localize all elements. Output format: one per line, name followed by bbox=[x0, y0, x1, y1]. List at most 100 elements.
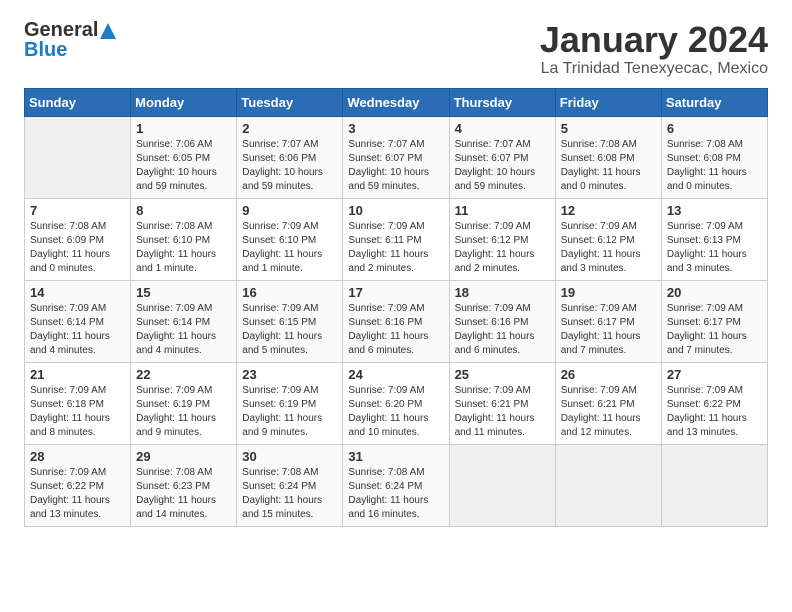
table-row: 15 Sunrise: 7:09 AMSunset: 6:14 PMDayligh… bbox=[131, 280, 237, 362]
day-number: 20 bbox=[667, 285, 762, 300]
day-info: Sunrise: 7:09 AMSunset: 6:11 PMDaylight:… bbox=[348, 220, 443, 276]
day-number: 13 bbox=[667, 203, 762, 218]
day-number: 12 bbox=[561, 203, 656, 218]
day-number: 31 bbox=[348, 449, 443, 464]
day-info: Sunrise: 7:09 AMSunset: 6:19 PMDaylight:… bbox=[136, 384, 231, 440]
day-info: Sunrise: 7:09 AMSunset: 6:21 PMDaylight:… bbox=[561, 384, 656, 440]
day-number: 5 bbox=[561, 121, 656, 136]
table-row: 3Sunrise: 7:07 AMSunset: 6:07 PMDaylight… bbox=[343, 116, 449, 198]
day-number: 19 bbox=[561, 285, 656, 300]
day-number: 27 bbox=[667, 367, 762, 382]
title-block: January 2024 La Trinidad Tenexyecac, Mex… bbox=[540, 20, 768, 78]
day-number: 26 bbox=[561, 367, 656, 382]
day-info: Sunrise: 7:09 AMSunset: 6:14 PMDaylight:… bbox=[136, 302, 231, 358]
day-info: Sunrise: 7:09 AMSunset: 6:16 PMDaylight:… bbox=[455, 302, 550, 358]
day-number: 30 bbox=[242, 449, 337, 464]
day-info: Sunrise: 7:09 AMSunset: 6:18 PMDaylight:… bbox=[30, 384, 125, 440]
day-info: Sunrise: 7:09 AMSunset: 6:21 PMDaylight:… bbox=[455, 384, 550, 440]
day-info: Sunrise: 7:09 AMSunset: 6:13 PMDaylight:… bbox=[667, 220, 762, 276]
day-number: 1 bbox=[136, 121, 231, 136]
col-saturday: Saturday bbox=[661, 88, 767, 116]
day-number: 11 bbox=[455, 203, 550, 218]
day-info: Sunrise: 7:09 AMSunset: 6:14 PMDaylight:… bbox=[30, 302, 125, 358]
logo-icon bbox=[99, 22, 117, 40]
table-row bbox=[449, 444, 555, 526]
table-row: 13 Sunrise: 7:09 AMSunset: 6:13 PMDayligh… bbox=[661, 198, 767, 280]
month-title: January 2024 bbox=[540, 20, 768, 60]
calendar-week-row: 1 Sunrise: 7:06 AMSunset: 6:05 PMDaylight… bbox=[25, 116, 768, 198]
day-number: 17 bbox=[348, 285, 443, 300]
col-sunday: Sunday bbox=[25, 88, 131, 116]
table-row: 27Sunrise: 7:09 AMSunset: 6:22 PMDayligh… bbox=[661, 362, 767, 444]
calendar-week-row: 14 Sunrise: 7:09 AMSunset: 6:14 PMDayligh… bbox=[25, 280, 768, 362]
table-row bbox=[661, 444, 767, 526]
logo: General Blue bbox=[24, 20, 118, 60]
header: General Blue January 2024 La Trinidad Te… bbox=[24, 20, 768, 78]
day-info: Sunrise: 7:09 AMSunset: 6:17 PMDaylight:… bbox=[561, 302, 656, 358]
day-info: Sunrise: 7:09 AMSunset: 6:10 PMDaylight:… bbox=[242, 220, 337, 276]
day-info: Sunrise: 7:09 AMSunset: 6:22 PMDaylight:… bbox=[30, 466, 125, 522]
table-row: 14 Sunrise: 7:09 AMSunset: 6:14 PMDayligh… bbox=[25, 280, 131, 362]
table-row: 1 Sunrise: 7:06 AMSunset: 6:05 PMDaylight… bbox=[131, 116, 237, 198]
table-row: 20Sunrise: 7:09 AMSunset: 6:17 PMDayligh… bbox=[661, 280, 767, 362]
col-friday: Friday bbox=[555, 88, 661, 116]
day-info: Sunrise: 7:08 AMSunset: 6:23 PMDaylight:… bbox=[136, 466, 231, 522]
table-row: 25 Sunrise: 7:09 AMSunset: 6:21 PMDayligh… bbox=[449, 362, 555, 444]
table-row: 6 Sunrise: 7:08 AMSunset: 6:08 PMDaylight… bbox=[661, 116, 767, 198]
day-info: Sunrise: 7:07 AMSunset: 6:07 PMDaylight:… bbox=[455, 138, 550, 194]
col-tuesday: Tuesday bbox=[237, 88, 343, 116]
day-number: 22 bbox=[136, 367, 231, 382]
day-number: 4 bbox=[455, 121, 550, 136]
day-number: 21 bbox=[30, 367, 125, 382]
col-monday: Monday bbox=[131, 88, 237, 116]
calendar-week-row: 28Sunrise: 7:09 AMSunset: 6:22 PMDayligh… bbox=[25, 444, 768, 526]
table-row: 24Sunrise: 7:09 AMSunset: 6:20 PMDayligh… bbox=[343, 362, 449, 444]
table-row: 5 Sunrise: 7:08 AMSunset: 6:08 PMDaylight… bbox=[555, 116, 661, 198]
day-info: Sunrise: 7:08 AMSunset: 6:09 PMDaylight:… bbox=[30, 220, 125, 276]
table-row: 4 Sunrise: 7:07 AMSunset: 6:07 PMDaylight… bbox=[449, 116, 555, 198]
day-info: Sunrise: 7:09 AMSunset: 6:15 PMDaylight:… bbox=[242, 302, 337, 358]
day-number: 3 bbox=[348, 121, 443, 136]
table-row: 17 Sunrise: 7:09 AMSunset: 6:16 PMDayligh… bbox=[343, 280, 449, 362]
table-row: 18 Sunrise: 7:09 AMSunset: 6:16 PMDayligh… bbox=[449, 280, 555, 362]
table-row: 28Sunrise: 7:09 AMSunset: 6:22 PMDayligh… bbox=[25, 444, 131, 526]
day-info: Sunrise: 7:08 AMSunset: 6:08 PMDaylight:… bbox=[561, 138, 656, 194]
day-info: Sunrise: 7:08 AMSunset: 6:24 PMDaylight:… bbox=[242, 466, 337, 522]
table-row: 22 Sunrise: 7:09 AMSunset: 6:19 PMDayligh… bbox=[131, 362, 237, 444]
day-number: 10 bbox=[348, 203, 443, 218]
day-number: 16 bbox=[242, 285, 337, 300]
day-info: Sunrise: 7:09 AMSunset: 6:19 PMDaylight:… bbox=[242, 384, 337, 440]
table-row: 7Sunrise: 7:08 AMSunset: 6:09 PMDaylight… bbox=[25, 198, 131, 280]
page: General Blue January 2024 La Trinidad Te… bbox=[0, 0, 792, 543]
day-info: Sunrise: 7:08 AMSunset: 6:08 PMDaylight:… bbox=[667, 138, 762, 194]
table-row: 8Sunrise: 7:08 AMSunset: 6:10 PMDaylight… bbox=[131, 198, 237, 280]
table-row bbox=[555, 444, 661, 526]
table-row: 23 Sunrise: 7:09 AMSunset: 6:19 PMDayligh… bbox=[237, 362, 343, 444]
calendar-header-row: Sunday Monday Tuesday Wednesday Thursday… bbox=[25, 88, 768, 116]
day-number: 25 bbox=[455, 367, 550, 382]
col-wednesday: Wednesday bbox=[343, 88, 449, 116]
day-number: 9 bbox=[242, 203, 337, 218]
day-number: 15 bbox=[136, 285, 231, 300]
calendar-week-row: 7Sunrise: 7:08 AMSunset: 6:09 PMDaylight… bbox=[25, 198, 768, 280]
day-info: Sunrise: 7:06 AMSunset: 6:05 PMDaylight:… bbox=[136, 138, 231, 194]
logo-general: General bbox=[24, 19, 98, 41]
table-row: 16 Sunrise: 7:09 AMSunset: 6:15 PMDayligh… bbox=[237, 280, 343, 362]
table-row bbox=[25, 116, 131, 198]
table-row: 12Sunrise: 7:09 AMSunset: 6:12 PMDayligh… bbox=[555, 198, 661, 280]
day-number: 14 bbox=[30, 285, 125, 300]
table-row: 21 Sunrise: 7:09 AMSunset: 6:18 PMDayligh… bbox=[25, 362, 131, 444]
day-number: 6 bbox=[667, 121, 762, 136]
day-number: 29 bbox=[136, 449, 231, 464]
day-info: Sunrise: 7:08 AMSunset: 6:10 PMDaylight:… bbox=[136, 220, 231, 276]
day-number: 18 bbox=[455, 285, 550, 300]
logo-text: General Blue bbox=[24, 20, 118, 60]
calendar-week-row: 21 Sunrise: 7:09 AMSunset: 6:18 PMDayligh… bbox=[25, 362, 768, 444]
logo-blue: Blue bbox=[24, 39, 67, 61]
day-number: 23 bbox=[242, 367, 337, 382]
table-row: 2Sunrise: 7:07 AMSunset: 6:06 PMDaylight… bbox=[237, 116, 343, 198]
day-info: Sunrise: 7:09 AMSunset: 6:16 PMDaylight:… bbox=[348, 302, 443, 358]
day-number: 24 bbox=[348, 367, 443, 382]
day-info: Sunrise: 7:08 AMSunset: 6:24 PMDaylight:… bbox=[348, 466, 443, 522]
table-row: 11Sunrise: 7:09 AMSunset: 6:12 PMDayligh… bbox=[449, 198, 555, 280]
